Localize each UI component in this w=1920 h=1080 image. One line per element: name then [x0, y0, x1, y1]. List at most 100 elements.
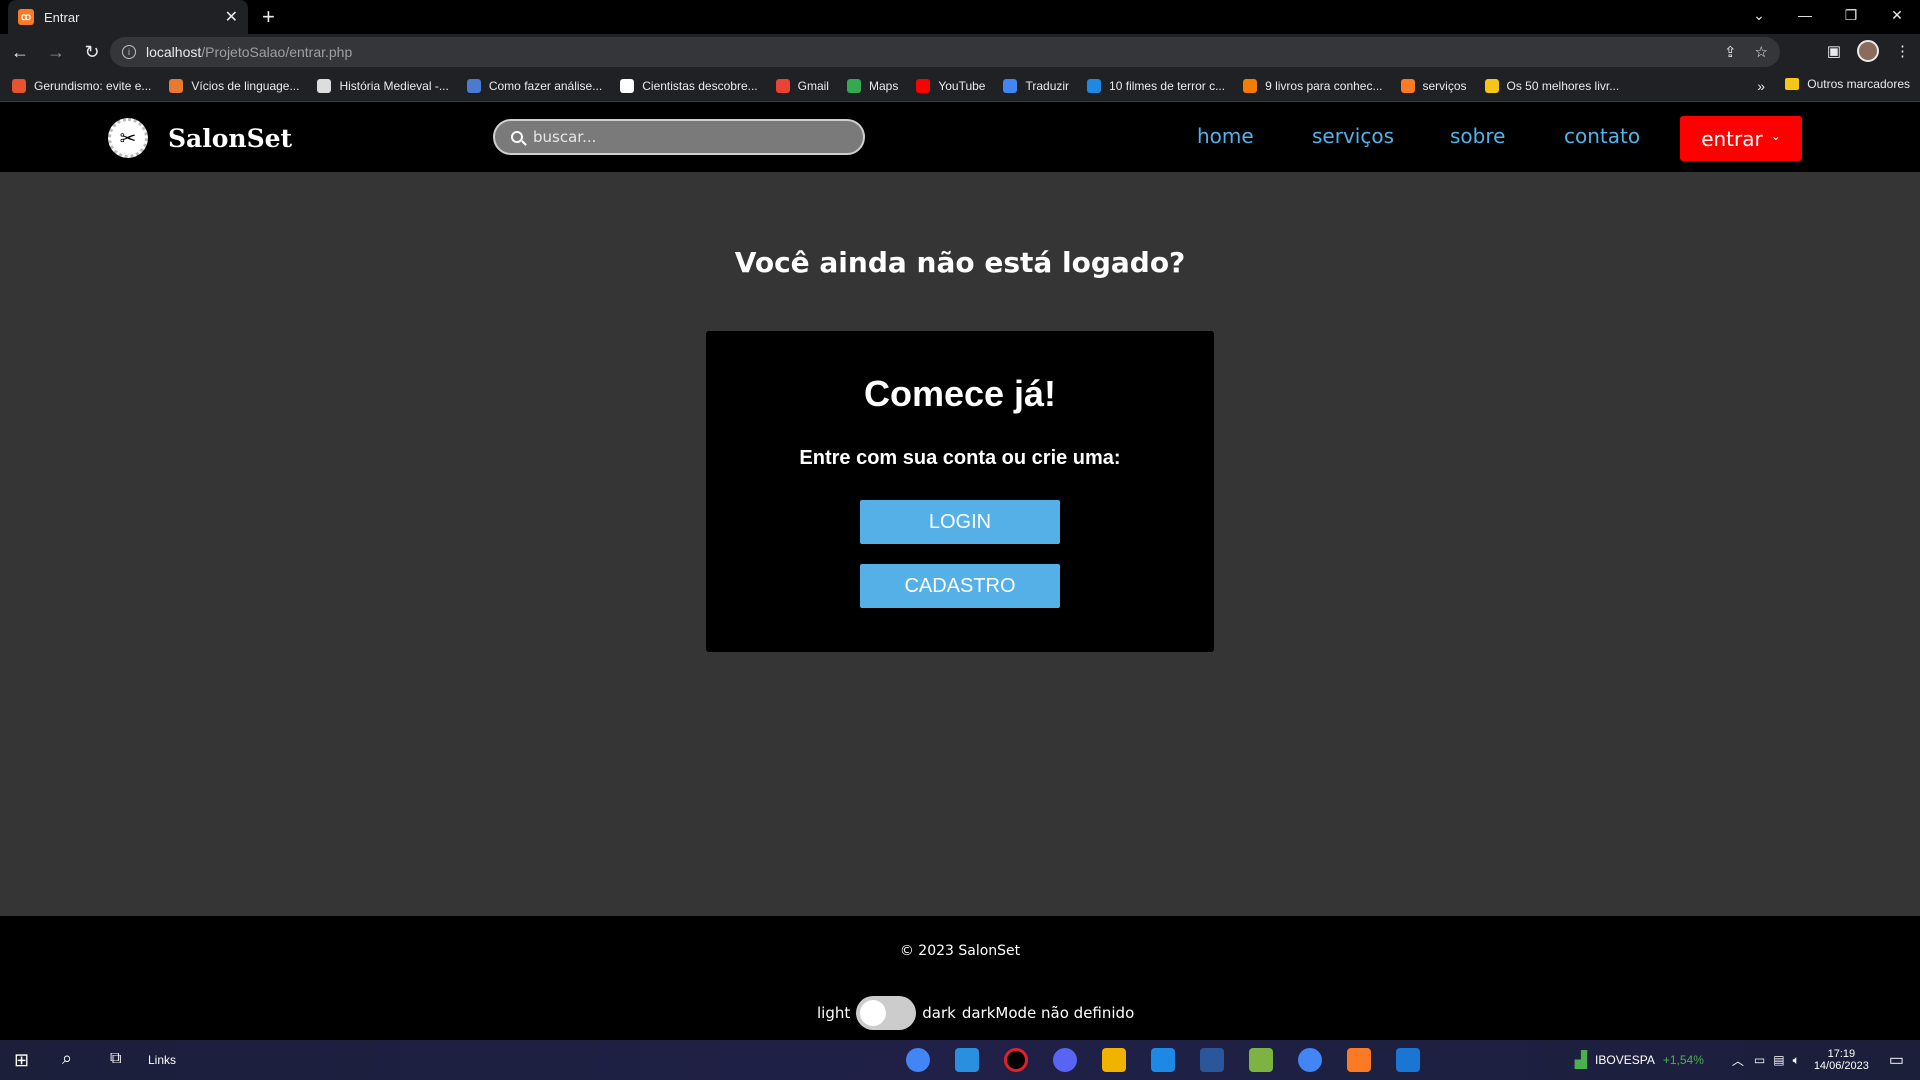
file-explorer-icon[interactable]	[1102, 1048, 1126, 1072]
bookmark-label: YouTube	[938, 78, 986, 93]
bookmark-favicon-icon	[1087, 78, 1102, 93]
bluestacks-icon[interactable]	[1249, 1048, 1273, 1072]
opera-icon[interactable]	[1004, 1048, 1028, 1072]
xampp-icon[interactable]	[1347, 1048, 1371, 1072]
discord-icon[interactable]	[1053, 1048, 1077, 1072]
search-box	[493, 119, 865, 155]
dark-mode-switch: light dark darkMode não definido	[817, 996, 1134, 1030]
bookmark-item[interactable]: serviços	[1400, 78, 1467, 93]
browser-tab-bar: ꝏ Entrar ✕ + ⌄ — ❐ ✕	[0, 0, 1920, 34]
meet-now-icon[interactable]: ▭	[1754, 1053, 1765, 1067]
site-info-icon[interactable]: i	[122, 45, 136, 59]
search-input[interactable]	[533, 128, 833, 146]
enter-dropdown-button[interactable]: entrar ⌄	[1680, 116, 1802, 161]
network-icon[interactable]: ▤	[1773, 1053, 1784, 1067]
dark-mode-status: darkMode não definido	[961, 1004, 1135, 1022]
reload-button[interactable]: ↻	[76, 36, 108, 68]
url-bar[interactable]: i localhost/ProjetoSalao/entrar.php ⇪ ☆	[110, 37, 1780, 67]
bookmark-favicon-icon	[916, 78, 931, 93]
bookmark-favicon-icon	[846, 78, 861, 93]
browser-tab[interactable]: ꝏ Entrar ✕	[8, 0, 248, 34]
windows-taskbar: ⊞ ⌕ ⧉ Links ▟ IBOVESPA +1,54% ︿ ▭ ▤ 🔈︎ 1…	[0, 1040, 1920, 1080]
bookmark-label: serviços	[1422, 78, 1467, 93]
url-path: /ProjetoSalao/entrar.php	[201, 44, 353, 60]
bookmark-favicon-icon	[1243, 78, 1258, 93]
dark-label: dark	[922, 1004, 956, 1022]
bookmark-favicon-icon	[317, 78, 332, 93]
scissors-icon: ✂	[108, 118, 148, 158]
tab-search-icon[interactable]: ⌄	[1736, 0, 1782, 30]
copyright-text: © 2023 SalonSet	[899, 943, 1021, 959]
other-bookmarks-folder[interactable]: Outros marcadores	[1785, 77, 1910, 91]
search-icon[interactable]: ⌕	[62, 1048, 72, 1069]
store-icon[interactable]	[1151, 1048, 1175, 1072]
bookmarks-bar: Gerundismo: evite e... Vícios de linguage…	[0, 70, 1920, 102]
close-window-button[interactable]: ✕	[1874, 0, 1920, 30]
bookmark-item[interactable]: História Medieval -...	[317, 78, 449, 93]
login-button[interactable]: LOGIN	[860, 500, 1060, 544]
bookmark-favicon-icon	[1003, 78, 1018, 93]
bookmark-label: 10 filmes de terror c...	[1109, 78, 1226, 93]
bookmark-item[interactable]: YouTube	[916, 78, 986, 93]
windows-start-icon[interactable]: ⊞	[14, 1050, 29, 1071]
bookmark-item[interactable]: 10 filmes de terror c...	[1087, 78, 1226, 93]
xampp-icon: ꝏ	[18, 9, 34, 25]
tab-title: Entrar	[44, 9, 80, 25]
notifications-icon[interactable]: ▭	[1889, 1050, 1904, 1070]
bookmark-label: Cientistas descobre...	[642, 78, 758, 93]
dark-mode-toggle[interactable]	[856, 996, 917, 1030]
bookmark-item[interactable]: Como fazer análise...	[466, 78, 603, 93]
bookmark-item[interactable]: Cientistas descobre...	[620, 78, 758, 93]
volume-icon[interactable]: 🔈︎	[1793, 1053, 1800, 1068]
bookmark-favicon-icon	[12, 78, 26, 93]
share-icon[interactable]: ⇪	[1724, 43, 1737, 61]
address-toolbar: ← → ↻ i localhost/ProjetoSalao/entrar.ph…	[0, 34, 1920, 70]
vscode-icon[interactable]	[955, 1048, 979, 1072]
clock-time: 17:19	[1827, 1048, 1856, 1060]
site-header: ✂ SalonSet home serviços sobre contato e…	[0, 102, 1920, 172]
new-tab-button[interactable]: +	[262, 4, 275, 30]
task-view-icon[interactable]: ⧉	[110, 1050, 121, 1068]
side-panel-icon[interactable]: ▣	[1827, 42, 1841, 60]
clock[interactable]: 17:19 14/06/2023	[1814, 1048, 1869, 1072]
back-button[interactable]: ←	[4, 36, 36, 68]
bookmark-item[interactable]: Traduzir	[1003, 78, 1070, 93]
chevron-down-icon: ⌄	[1770, 128, 1781, 143]
bookmark-item[interactable]: 9 livros para conhec...	[1243, 78, 1383, 93]
more-bookmarks-icon[interactable]: »	[1757, 78, 1765, 94]
menu-kebab-icon[interactable]: ⋮	[1895, 42, 1910, 60]
minimize-button[interactable]: —	[1782, 0, 1828, 30]
nav-home[interactable]: home	[1197, 124, 1254, 148]
links-toolbar[interactable]: Links	[148, 1053, 176, 1067]
chrome-active-icon[interactable]	[1298, 1048, 1322, 1072]
bookmark-item[interactable]: Gmail	[775, 78, 829, 93]
stock-change: +1,54%	[1662, 1053, 1704, 1067]
folder-icon	[1785, 78, 1800, 90]
restore-button[interactable]: ❐	[1828, 0, 1874, 30]
nav-contact[interactable]: contato	[1564, 124, 1640, 148]
profile-avatar[interactable]	[1857, 40, 1879, 62]
close-tab-icon[interactable]: ✕	[225, 7, 238, 27]
photos-icon[interactable]	[1396, 1048, 1420, 1072]
bookmark-item[interactable]: Vícios de linguage...	[169, 78, 299, 93]
bookmark-star-icon[interactable]: ☆	[1755, 43, 1768, 61]
url-host: localhost	[146, 44, 202, 60]
bookmark-label: Traduzir	[1025, 78, 1070, 93]
bookmark-item[interactable]: Os 50 melhores livr...	[1484, 78, 1619, 93]
forward-button[interactable]: →	[40, 36, 72, 68]
nav-about[interactable]: sobre	[1450, 124, 1505, 148]
chrome-icon[interactable]	[906, 1048, 930, 1072]
search-icon	[511, 131, 523, 143]
bookmark-label: Como fazer análise...	[488, 78, 603, 93]
nav-services[interactable]: serviços	[1312, 124, 1394, 148]
bookmark-item[interactable]: Maps	[846, 78, 898, 93]
show-hidden-icons-icon[interactable]: ︿	[1732, 1052, 1744, 1069]
word-icon[interactable]	[1200, 1048, 1224, 1072]
signup-button[interactable]: CADASTRO	[860, 564, 1060, 608]
system-tray: ▟ IBOVESPA +1,54% ︿ ▭ ▤ 🔈︎ 17:19 14/06/2…	[1575, 1040, 1910, 1080]
card-title: Comece já!	[863, 373, 1057, 414]
bookmark-item[interactable]: Gerundismo: evite e...	[12, 78, 151, 93]
bookmark-favicon-icon	[169, 78, 184, 93]
site-logo[interactable]: ✂ SalonSet	[108, 118, 292, 158]
stock-name[interactable]: IBOVESPA	[1595, 1053, 1655, 1067]
